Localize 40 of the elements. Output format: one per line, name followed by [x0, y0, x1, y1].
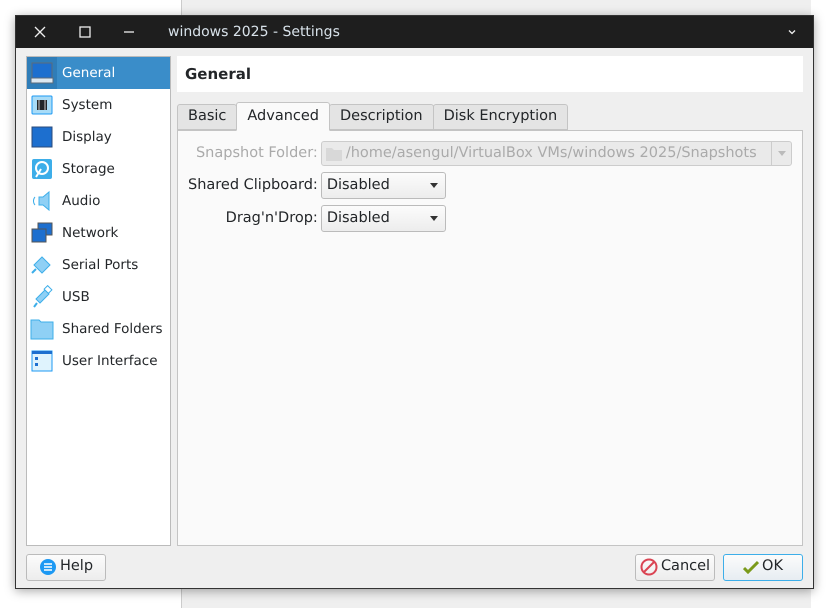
tab[interactable]: Basic — [177, 104, 238, 130]
tab[interactable]: Disk Encryption — [432, 104, 568, 130]
screen-icon — [30, 125, 54, 149]
sidebar-item[interactable]: User Interface — [27, 345, 170, 377]
field-label: Shared Clipboard: — [187, 176, 318, 195]
monitors-icon — [30, 221, 54, 245]
sidebar-item[interactable]: Audio — [27, 185, 170, 217]
help-button[interactable]: Help — [26, 554, 106, 580]
dropdown-arrow-icon — [430, 216, 438, 221]
folder-icon — [30, 317, 54, 341]
sidebar-item[interactable]: Network — [27, 217, 170, 249]
cancel-button[interactable]: Cancel — [635, 554, 715, 580]
dropdown-arrow-icon — [430, 183, 438, 188]
menu-icon — [38, 558, 57, 576]
sidebar-item[interactable]: Display — [27, 121, 170, 153]
field-label: Drag'n'Drop: — [224, 208, 318, 228]
dropdown[interactable]: Disabled — [320, 205, 446, 232]
sidebar-item[interactable]: System — [27, 89, 170, 121]
page-title: General — [177, 56, 803, 92]
close-icon[interactable] — [34, 26, 46, 38]
sidebar-item[interactable]: Serial Ports — [27, 249, 170, 281]
window-icon — [30, 349, 54, 373]
window-title: windows 2025 - Settings — [168, 22, 340, 42]
cancel-icon — [640, 558, 658, 576]
sidebar-item[interactable]: General — [27, 57, 170, 89]
checkmark-icon — [743, 560, 760, 574]
maximize-icon[interactable] — [79, 26, 91, 38]
tab[interactable]: Description — [329, 104, 434, 130]
dropdown[interactable]: Disabled — [320, 172, 446, 199]
field-label: Snapshot Folder: — [194, 144, 318, 163]
sidebar-item[interactable]: Shared Folders — [27, 313, 170, 345]
ok-button[interactable]: OK — [723, 554, 803, 580]
path-combo: /home/asengul/VirtualBox VMs/windows 2025/Snapshots — [320, 141, 792, 166]
sidebar-item[interactable]: Storage — [27, 153, 170, 185]
dropdown-arrow-icon — [778, 151, 786, 156]
sidebar-item[interactable]: USB — [27, 281, 170, 313]
chip-icon — [30, 93, 54, 117]
tab[interactable]: Advanced — [236, 102, 330, 131]
chevron-down-icon[interactable] — [787, 29, 797, 35]
monitor-icon — [30, 61, 54, 85]
